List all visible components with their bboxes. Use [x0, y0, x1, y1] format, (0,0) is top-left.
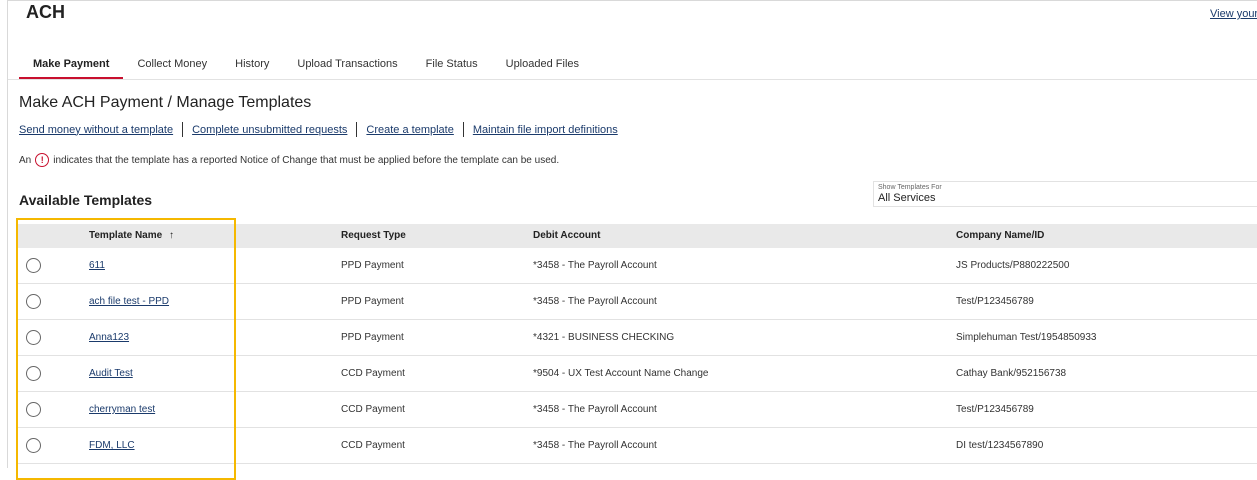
filter-value: All Services — [878, 192, 936, 204]
available-templates-heading: Available Templates — [19, 192, 153, 208]
debit-account-cell: *3458 - The Payroll Account — [533, 260, 657, 271]
debit-account-cell: *3458 - The Payroll Account — [533, 440, 657, 451]
column-header-request-type: Request Type — [341, 230, 406, 241]
request-type-cell: CCD Payment — [341, 404, 405, 415]
tab-divider — [8, 79, 1257, 80]
request-type-cell: CCD Payment — [341, 440, 405, 451]
debit-account-cell: *9504 - UX Test Account Name Change — [533, 368, 709, 379]
show-templates-for-select[interactable]: Show Templates For All Services — [873, 181, 1257, 207]
table-row: FDM, LLC CCD Payment *3458 - The Payroll… — [17, 428, 1257, 464]
table-header: Template Name ↑ Request Type Debit Accou… — [17, 224, 1257, 248]
tab-file-status[interactable]: File Status — [412, 52, 492, 80]
request-type-cell: PPD Payment — [341, 260, 404, 271]
row-select-radio[interactable] — [26, 402, 41, 417]
row-select-radio[interactable] — [26, 258, 41, 273]
maintain-import-definitions-link[interactable]: Maintain file import definitions — [473, 124, 618, 136]
company-cell: JS Products/P880222500 — [956, 260, 1070, 271]
tab-make-payment[interactable]: Make Payment — [19, 52, 124, 80]
filter-label: Show Templates For — [878, 184, 942, 191]
table-row: ach file test - PPD PPD Payment *3458 - … — [17, 284, 1257, 320]
column-header-template-name[interactable]: Template Name ↑ — [89, 230, 174, 241]
tab-history[interactable]: History — [221, 52, 283, 80]
alert-circle-icon: ! — [35, 153, 50, 167]
page-title: ACH — [26, 2, 65, 22]
link-divider — [356, 122, 358, 137]
template-name-link[interactable]: ach file test - PPD — [89, 296, 169, 307]
tab-upload-transactions[interactable]: Upload Transactions — [283, 52, 411, 80]
tab-collect-money[interactable]: Collect Money — [123, 52, 221, 80]
link-divider — [462, 122, 464, 137]
template-name-link[interactable]: cherryman test — [89, 404, 155, 415]
view-account-link[interactable]: View your A — [1210, 8, 1257, 20]
section-title: Make ACH Payment / Manage Templates — [19, 94, 312, 111]
debit-account-cell: *3458 - The Payroll Account — [533, 404, 657, 415]
column-header-company: Company Name/ID — [956, 230, 1045, 241]
notice-of-change-text: An ! indicates that the template has a r… — [19, 153, 559, 167]
template-name-link[interactable]: FDM, LLC — [89, 440, 135, 451]
row-select-radio[interactable] — [26, 294, 41, 309]
column-label: Template Name — [89, 230, 163, 241]
company-cell: Test/P123456789 — [956, 404, 1034, 415]
row-select-radio[interactable] — [26, 366, 41, 381]
table-row: cherryman test CCD Payment *3458 - The P… — [17, 392, 1257, 428]
template-name-link[interactable]: Anna123 — [89, 332, 129, 343]
link-divider — [182, 122, 184, 137]
request-type-cell: PPD Payment — [341, 296, 404, 307]
debit-account-cell: *3458 - The Payroll Account — [533, 296, 657, 307]
send-without-template-link[interactable]: Send money without a template — [19, 124, 173, 136]
company-cell: Simplehuman Test/1954850933 — [956, 332, 1097, 343]
table-row: Audit Test CCD Payment *9504 - UX Test A… — [17, 356, 1257, 392]
action-links: Send money without a template Complete u… — [19, 122, 618, 137]
template-name-link[interactable]: 611 — [89, 260, 105, 271]
row-select-radio[interactable] — [26, 330, 41, 345]
table-row: Anna123 PPD Payment *4321 - BUSINESS CHE… — [17, 320, 1257, 356]
templates-table: Template Name ↑ Request Type Debit Accou… — [17, 224, 1257, 464]
tab-uploaded-files[interactable]: Uploaded Files — [492, 52, 593, 80]
request-type-cell: PPD Payment — [341, 332, 404, 343]
company-cell: Cathay Bank/952156738 — [956, 368, 1067, 379]
template-name-link[interactable]: Audit Test — [89, 368, 133, 379]
company-cell: Test/P123456789 — [956, 296, 1034, 307]
column-header-debit-account: Debit Account — [533, 230, 601, 241]
table-row: 611 PPD Payment *3458 - The Payroll Acco… — [17, 248, 1257, 284]
company-cell: DI test/1234567890 — [956, 440, 1044, 451]
notice-body: indicates that the template has a report… — [53, 154, 560, 166]
tab-bar: Make Payment Collect Money History Uploa… — [19, 52, 593, 80]
notice-prefix: An — [19, 154, 32, 166]
request-type-cell: CCD Payment — [341, 368, 405, 379]
complete-unsubmitted-link[interactable]: Complete unsubmitted requests — [192, 124, 347, 136]
row-select-radio[interactable] — [26, 438, 41, 453]
create-template-link[interactable]: Create a template — [366, 124, 453, 136]
sort-ascending-icon: ↑ — [168, 230, 174, 241]
debit-account-cell: *4321 - BUSINESS CHECKING — [533, 332, 675, 343]
